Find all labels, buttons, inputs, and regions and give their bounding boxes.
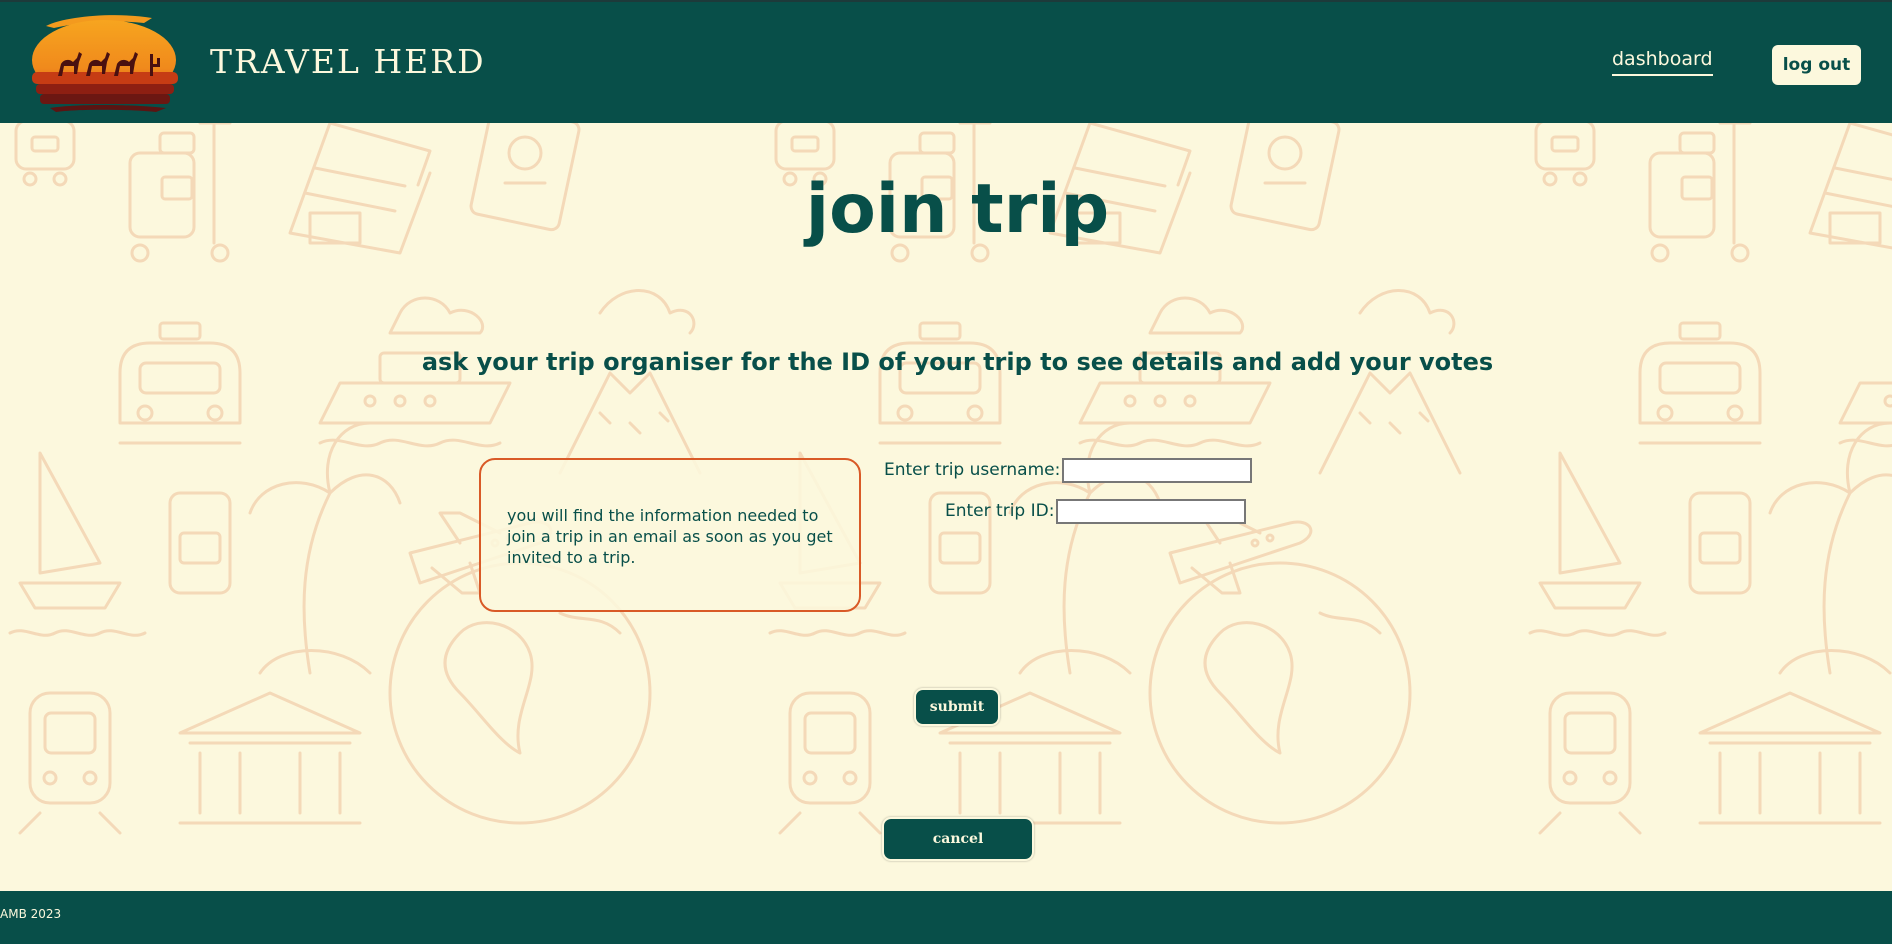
- tripid-label: Enter trip ID:: [945, 501, 1055, 521]
- nav-dashboard-link[interactable]: dashboard: [1612, 48, 1713, 76]
- username-label: Enter trip username:: [884, 460, 1061, 480]
- site-footer: AMB 2023: [0, 891, 1892, 944]
- tripid-field-row: Enter trip ID:: [945, 498, 1247, 524]
- username-field-row: Enter trip username:: [884, 457, 1253, 483]
- brand-name: TRAVEL HERD: [210, 42, 486, 81]
- trip-id-input[interactable]: [1056, 498, 1247, 524]
- copyright-text: AMB 2023: [0, 907, 62, 921]
- page-title: join trip: [805, 170, 1110, 249]
- info-box: you will find the information needed to …: [479, 458, 861, 612]
- cancel-button[interactable]: cancel: [882, 817, 1034, 861]
- page-subtitle: ask your trip organiser for the ID of yo…: [421, 348, 1494, 376]
- site-header: TRAVEL HERD dashboard log out: [0, 0, 1892, 123]
- logout-button[interactable]: log out: [1772, 45, 1861, 85]
- trip-username-input[interactable]: [1062, 457, 1253, 483]
- info-text: you will find the information needed to …: [507, 506, 833, 567]
- submit-button[interactable]: submit: [914, 688, 1000, 726]
- sunset-camel-caravan-logo[interactable]: [26, 8, 182, 120]
